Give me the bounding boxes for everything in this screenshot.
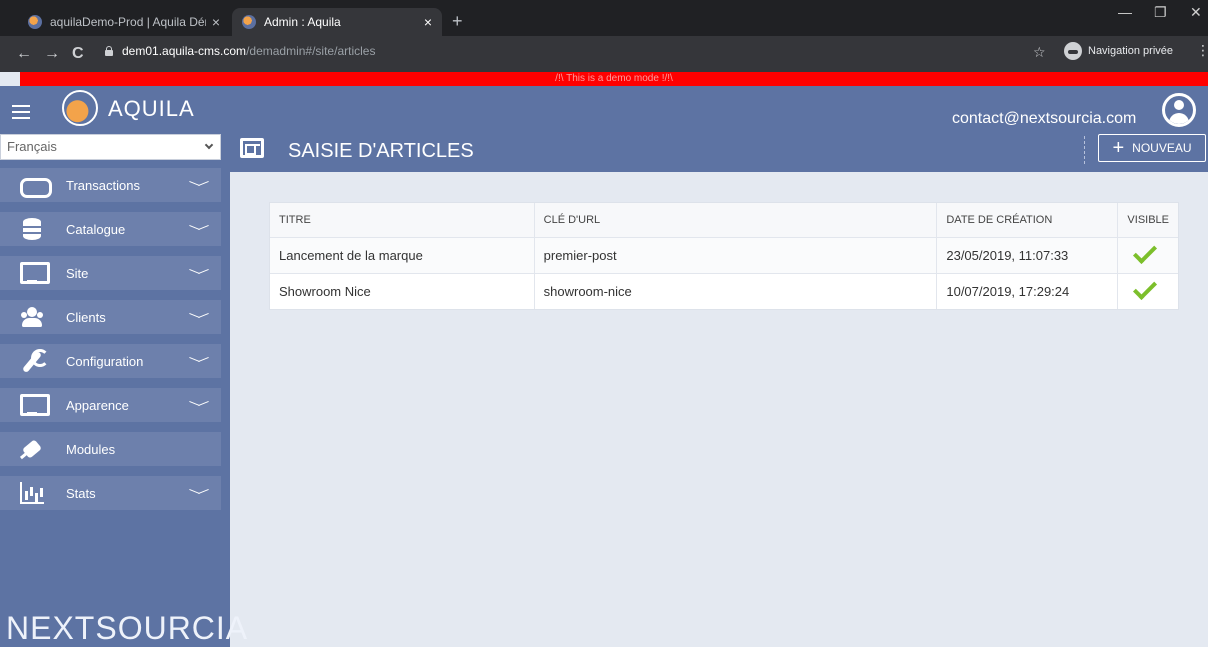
cell-visible [1117, 236, 1178, 273]
url-path: /demadmin#/site/articles [246, 44, 376, 58]
database-icon [20, 218, 46, 240]
aquila-logo-icon [62, 90, 98, 126]
wrench-icon [20, 349, 49, 372]
header-divider [1084, 136, 1085, 164]
articles-table: TITRE CLÉ D'URL DATE DE CRÉATION VISIBLE… [269, 202, 1179, 310]
account-email[interactable]: contact@nextsourcia.com [952, 110, 1136, 128]
cell-date: 23/05/2019, 11:07:33 [936, 236, 1119, 273]
browser-tab[interactable]: aquilaDemo-Prod | Aquila Démo × [18, 8, 230, 36]
minimize-icon[interactable]: — [1118, 4, 1132, 20]
checkmark-icon [1133, 275, 1158, 300]
forward-arrow-icon[interactable]: → [44, 44, 60, 64]
plus-icon: + [1112, 137, 1125, 159]
brand-name: AQUILA [108, 96, 195, 121]
bookmark-star-icon[interactable]: ☆ [1033, 44, 1046, 61]
restore-icon[interactable]: ❐ [1154, 4, 1167, 21]
sidebar-item-catalogue[interactable]: Catalogue [0, 212, 221, 246]
sidebar-item-label: Transactions [66, 177, 140, 193]
table-row[interactable]: Lancement de la marque premier-post 23/0… [270, 236, 1178, 273]
language-select[interactable]: Français [0, 134, 221, 160]
table-row[interactable]: Showroom Nice showroom-nice 10/07/2019, … [270, 272, 1178, 309]
plug-icon [20, 438, 46, 460]
cell-title: Lancement de la marque [270, 236, 535, 273]
sidebar-item-transactions[interactable]: Transactions [0, 168, 221, 202]
tab-title: Admin : Aquila [264, 15, 341, 29]
chevron-down-icon [189, 224, 207, 234]
column-header-slug[interactable]: CLÉ D'URL [534, 203, 938, 237]
column-header-date[interactable]: DATE DE CRÉATION [936, 203, 1119, 237]
chevron-down-icon [189, 488, 207, 498]
bar-chart-icon [20, 482, 46, 504]
close-window-icon[interactable]: ✕ [1190, 4, 1202, 21]
cell-visible [1117, 272, 1178, 309]
sidebar-item-label: Apparence [66, 397, 129, 413]
sidebar-item-modules[interactable]: Modules [0, 432, 221, 466]
checkmark-icon [1133, 239, 1158, 264]
sidebar-item-label: Configuration [66, 353, 144, 369]
sidebar-item-clients[interactable]: Clients [0, 300, 221, 334]
handshake-icon [20, 174, 52, 198]
user-avatar-icon[interactable] [1162, 93, 1196, 127]
chevron-down-icon [204, 140, 214, 150]
incognito-label: Navigation privée [1088, 45, 1173, 57]
column-header-title[interactable]: TITRE [270, 203, 535, 237]
demo-mode-banner: /!\ This is a demo mode !/!\ [20, 72, 1208, 86]
chevron-down-icon [189, 268, 207, 278]
sidebar-item-label: Catalogue [66, 221, 126, 237]
close-icon[interactable]: × [424, 14, 432, 30]
chevron-down-icon [189, 312, 207, 322]
users-icon [20, 306, 46, 328]
sidebar-item-stats[interactable]: Stats [0, 476, 221, 510]
chevron-down-icon [189, 400, 207, 410]
page-title: SAISIE D'ARTICLES [288, 140, 474, 162]
incognito-indicator[interactable]: Navigation privée [1064, 42, 1173, 60]
monitor-icon [20, 394, 50, 416]
cell-date: 10/07/2019, 17:29:24 [936, 272, 1119, 309]
reload-icon[interactable]: C [72, 44, 84, 64]
lock-icon [104, 46, 114, 56]
sidebar-item-label: Site [66, 265, 89, 281]
url-field[interactable]: dem01.aquila-cms.com/demadmin#/site/arti… [104, 44, 375, 58]
chevron-down-icon [189, 180, 207, 190]
sidebar-item-site[interactable]: Site [0, 256, 221, 290]
url-host: dem01.aquila-cms.com [122, 44, 247, 58]
new-button-label: NOUVEAU [1132, 141, 1192, 155]
sidebar-item-label: Clients [66, 309, 106, 325]
new-tab-icon[interactable]: + [452, 8, 463, 34]
cell-slug: showroom-nice [534, 272, 938, 309]
cell-slug: premier-post [534, 236, 938, 273]
nextsourcia-logo: NEXTSOURCIA [6, 610, 249, 646]
monitor-icon [20, 262, 50, 284]
incognito-icon [1064, 42, 1082, 60]
cell-title: Showroom Nice [270, 272, 535, 309]
new-article-button[interactable]: + NOUVEAU [1098, 134, 1206, 162]
language-select-value: Français [7, 139, 57, 154]
newspaper-icon [240, 138, 264, 158]
more-menu-icon[interactable]: ⋮ [1196, 42, 1208, 59]
site-favicon-icon [28, 15, 42, 29]
close-icon[interactable]: × [212, 14, 220, 30]
tab-title: aquilaDemo-Prod | Aquila Démo [50, 15, 206, 29]
hamburger-menu-icon[interactable] [12, 105, 30, 119]
browser-tab-active[interactable]: Admin : Aquila × [232, 8, 442, 36]
site-favicon-icon [242, 15, 256, 29]
table-header-row: TITRE CLÉ D'URL DATE DE CRÉATION VISIBLE [270, 203, 1178, 237]
sidebar-item-configuration[interactable]: Configuration [0, 344, 221, 378]
back-arrow-icon[interactable]: ← [16, 44, 32, 64]
column-header-visible[interactable]: VISIBLE [1117, 203, 1178, 237]
sidebar-item-label: Modules [66, 441, 116, 457]
sidebar-item-apparence[interactable]: Apparence [0, 388, 221, 422]
sidebar-item-label: Stats [66, 485, 96, 501]
chevron-down-icon [189, 356, 207, 366]
